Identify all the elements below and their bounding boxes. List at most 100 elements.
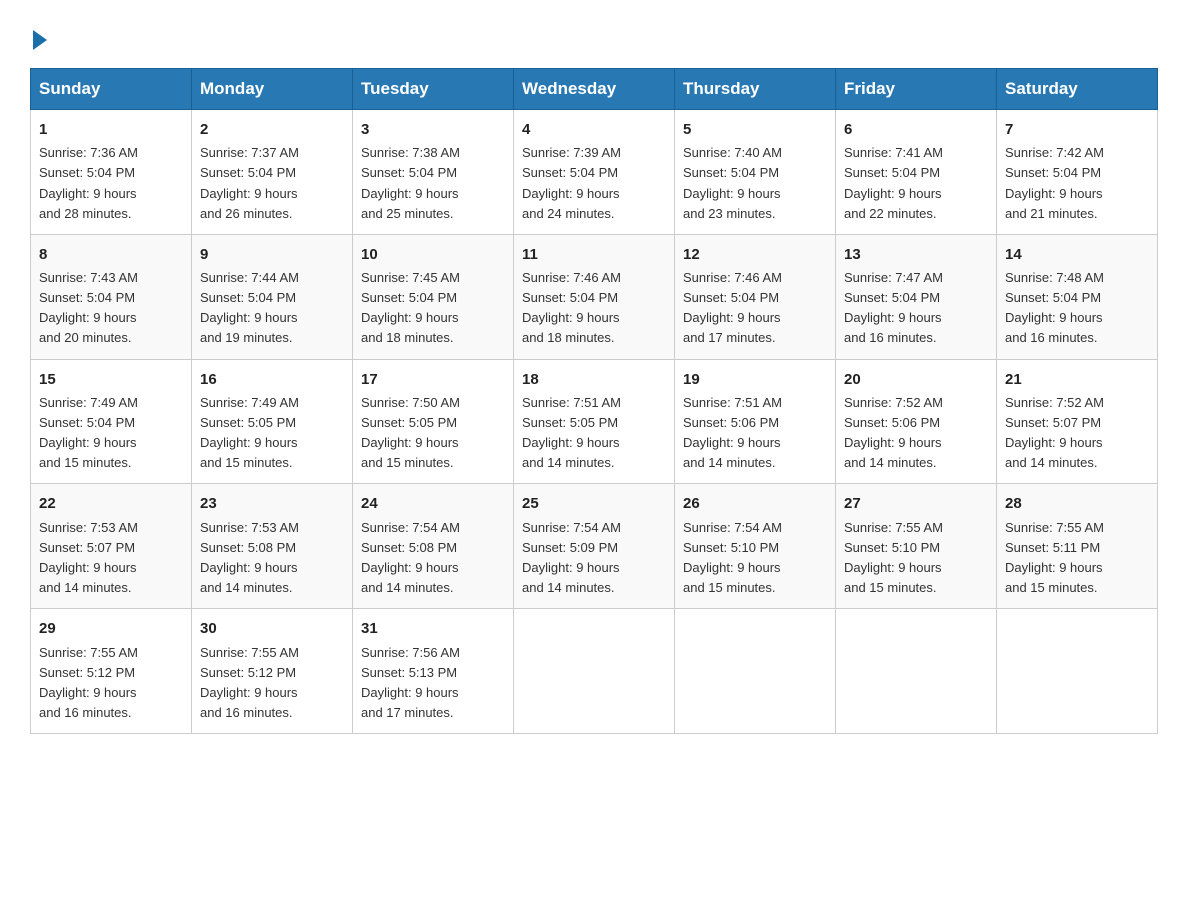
day-header-tuesday: Tuesday (353, 69, 514, 110)
day-number: 16 (200, 368, 344, 391)
calendar-cell: 20 Sunrise: 7:52 AMSunset: 5:06 PMDayligh… (836, 359, 997, 484)
day-header-saturday: Saturday (997, 69, 1158, 110)
calendar-cell: 9 Sunrise: 7:44 AMSunset: 5:04 PMDaylight… (192, 234, 353, 359)
calendar-week-row: 1 Sunrise: 7:36 AMSunset: 5:04 PMDaylight… (31, 110, 1158, 235)
day-info: Sunrise: 7:53 AMSunset: 5:08 PMDaylight:… (200, 520, 299, 595)
day-info: Sunrise: 7:55 AMSunset: 5:12 PMDaylight:… (39, 645, 138, 720)
calendar-cell: 25 Sunrise: 7:54 AMSunset: 5:09 PMDayligh… (514, 484, 675, 609)
day-number: 5 (683, 118, 827, 141)
day-number: 26 (683, 492, 827, 515)
day-info: Sunrise: 7:51 AMSunset: 5:06 PMDaylight:… (683, 395, 782, 470)
day-number: 6 (844, 118, 988, 141)
page-header (30, 20, 1158, 50)
calendar-cell: 21Sunrise: 7:52 AMSunset: 5:07 PMDayligh… (997, 359, 1158, 484)
calendar-cell: 3 Sunrise: 7:38 AMSunset: 5:04 PMDaylight… (353, 110, 514, 235)
calendar-cell: 27 Sunrise: 7:55 AMSunset: 5:10 PMDayligh… (836, 484, 997, 609)
day-number: 23 (200, 492, 344, 515)
day-number: 7 (1005, 118, 1149, 141)
calendar-cell: 28 Sunrise: 7:55 AMSunset: 5:11 PMDayligh… (997, 484, 1158, 609)
day-header-friday: Friday (836, 69, 997, 110)
day-info: Sunrise: 7:42 AMSunset: 5:04 PMDaylight:… (1005, 145, 1104, 220)
calendar-cell: 23 Sunrise: 7:53 AMSunset: 5:08 PMDayligh… (192, 484, 353, 609)
day-number: 25 (522, 492, 666, 515)
day-header-sunday: Sunday (31, 69, 192, 110)
day-info: Sunrise: 7:44 AMSunset: 5:04 PMDaylight:… (200, 270, 299, 345)
calendar-week-row: 8Sunrise: 7:43 AMSunset: 5:04 PMDaylight… (31, 234, 1158, 359)
day-number: 14 (1005, 243, 1149, 266)
calendar-cell: 29 Sunrise: 7:55 AMSunset: 5:12 PMDayligh… (31, 609, 192, 734)
day-header-monday: Monday (192, 69, 353, 110)
calendar-cell: 31 Sunrise: 7:56 AMSunset: 5:13 PMDayligh… (353, 609, 514, 734)
calendar-week-row: 15 Sunrise: 7:49 AMSunset: 5:04 PMDayligh… (31, 359, 1158, 484)
logo-arrow-icon (33, 30, 47, 50)
day-info: Sunrise: 7:47 AMSunset: 5:04 PMDaylight:… (844, 270, 943, 345)
day-info: Sunrise: 7:54 AMSunset: 5:10 PMDaylight:… (683, 520, 782, 595)
day-info: Sunrise: 7:49 AMSunset: 5:05 PMDaylight:… (200, 395, 299, 470)
calendar-cell: 30 Sunrise: 7:55 AMSunset: 5:12 PMDayligh… (192, 609, 353, 734)
calendar-cell (514, 609, 675, 734)
calendar-cell: 10Sunrise: 7:45 AMSunset: 5:04 PMDayligh… (353, 234, 514, 359)
calendar-cell: 12 Sunrise: 7:46 AMSunset: 5:04 PMDayligh… (675, 234, 836, 359)
day-info: Sunrise: 7:39 AMSunset: 5:04 PMDaylight:… (522, 145, 621, 220)
calendar-cell: 24 Sunrise: 7:54 AMSunset: 5:08 PMDayligh… (353, 484, 514, 609)
calendar-cell (675, 609, 836, 734)
day-number: 20 (844, 368, 988, 391)
calendar-cell: 2 Sunrise: 7:37 AMSunset: 5:04 PMDaylight… (192, 110, 353, 235)
day-number: 18 (522, 368, 666, 391)
calendar-cell: 18 Sunrise: 7:51 AMSunset: 5:05 PMDayligh… (514, 359, 675, 484)
day-number: 9 (200, 243, 344, 266)
logo (30, 20, 47, 50)
calendar-cell (997, 609, 1158, 734)
day-number: 13 (844, 243, 988, 266)
day-number: 3 (361, 118, 505, 141)
calendar-cell: 26 Sunrise: 7:54 AMSunset: 5:10 PMDayligh… (675, 484, 836, 609)
day-info: Sunrise: 7:40 AMSunset: 5:04 PMDaylight:… (683, 145, 782, 220)
day-number: 8 (39, 243, 183, 266)
day-number: 1 (39, 118, 183, 141)
day-number: 22 (39, 492, 183, 515)
calendar-header-row: SundayMondayTuesdayWednesdayThursdayFrid… (31, 69, 1158, 110)
calendar-cell: 17 Sunrise: 7:50 AMSunset: 5:05 PMDayligh… (353, 359, 514, 484)
day-info: Sunrise: 7:46 AMSunset: 5:04 PMDaylight:… (683, 270, 782, 345)
calendar-week-row: 22Sunrise: 7:53 AMSunset: 5:07 PMDayligh… (31, 484, 1158, 609)
day-number: 17 (361, 368, 505, 391)
day-number: 31 (361, 617, 505, 640)
day-info: Sunrise: 7:48 AMSunset: 5:04 PMDaylight:… (1005, 270, 1104, 345)
day-info: Sunrise: 7:49 AMSunset: 5:04 PMDaylight:… (39, 395, 138, 470)
calendar-cell: 19Sunrise: 7:51 AMSunset: 5:06 PMDayligh… (675, 359, 836, 484)
day-number: 12 (683, 243, 827, 266)
day-info: Sunrise: 7:37 AMSunset: 5:04 PMDaylight:… (200, 145, 299, 220)
day-info: Sunrise: 7:38 AMSunset: 5:04 PMDaylight:… (361, 145, 460, 220)
calendar-cell: 15 Sunrise: 7:49 AMSunset: 5:04 PMDayligh… (31, 359, 192, 484)
day-number: 2 (200, 118, 344, 141)
day-info: Sunrise: 7:51 AMSunset: 5:05 PMDaylight:… (522, 395, 621, 470)
day-info: Sunrise: 7:50 AMSunset: 5:05 PMDaylight:… (361, 395, 460, 470)
calendar-cell: 13 Sunrise: 7:47 AMSunset: 5:04 PMDayligh… (836, 234, 997, 359)
calendar-cell: 1 Sunrise: 7:36 AMSunset: 5:04 PMDaylight… (31, 110, 192, 235)
calendar-cell: 11 Sunrise: 7:46 AMSunset: 5:04 PMDayligh… (514, 234, 675, 359)
calendar-week-row: 29 Sunrise: 7:55 AMSunset: 5:12 PMDayligh… (31, 609, 1158, 734)
day-info: Sunrise: 7:36 AMSunset: 5:04 PMDaylight:… (39, 145, 138, 220)
day-number: 30 (200, 617, 344, 640)
day-info: Sunrise: 7:55 AMSunset: 5:11 PMDaylight:… (1005, 520, 1104, 595)
day-info: Sunrise: 7:56 AMSunset: 5:13 PMDaylight:… (361, 645, 460, 720)
day-info: Sunrise: 7:52 AMSunset: 5:06 PMDaylight:… (844, 395, 943, 470)
day-info: Sunrise: 7:41 AMSunset: 5:04 PMDaylight:… (844, 145, 943, 220)
calendar-cell: 22Sunrise: 7:53 AMSunset: 5:07 PMDayligh… (31, 484, 192, 609)
day-header-wednesday: Wednesday (514, 69, 675, 110)
day-number: 28 (1005, 492, 1149, 515)
calendar-table: SundayMondayTuesdayWednesdayThursdayFrid… (30, 68, 1158, 734)
day-number: 15 (39, 368, 183, 391)
day-number: 24 (361, 492, 505, 515)
day-info: Sunrise: 7:55 AMSunset: 5:12 PMDaylight:… (200, 645, 299, 720)
day-info: Sunrise: 7:55 AMSunset: 5:10 PMDaylight:… (844, 520, 943, 595)
calendar-cell: 8Sunrise: 7:43 AMSunset: 5:04 PMDaylight… (31, 234, 192, 359)
day-number: 10 (361, 243, 505, 266)
day-info: Sunrise: 7:54 AMSunset: 5:09 PMDaylight:… (522, 520, 621, 595)
day-info: Sunrise: 7:54 AMSunset: 5:08 PMDaylight:… (361, 520, 460, 595)
day-number: 27 (844, 492, 988, 515)
day-info: Sunrise: 7:46 AMSunset: 5:04 PMDaylight:… (522, 270, 621, 345)
day-number: 4 (522, 118, 666, 141)
day-number: 11 (522, 243, 666, 266)
day-number: 29 (39, 617, 183, 640)
